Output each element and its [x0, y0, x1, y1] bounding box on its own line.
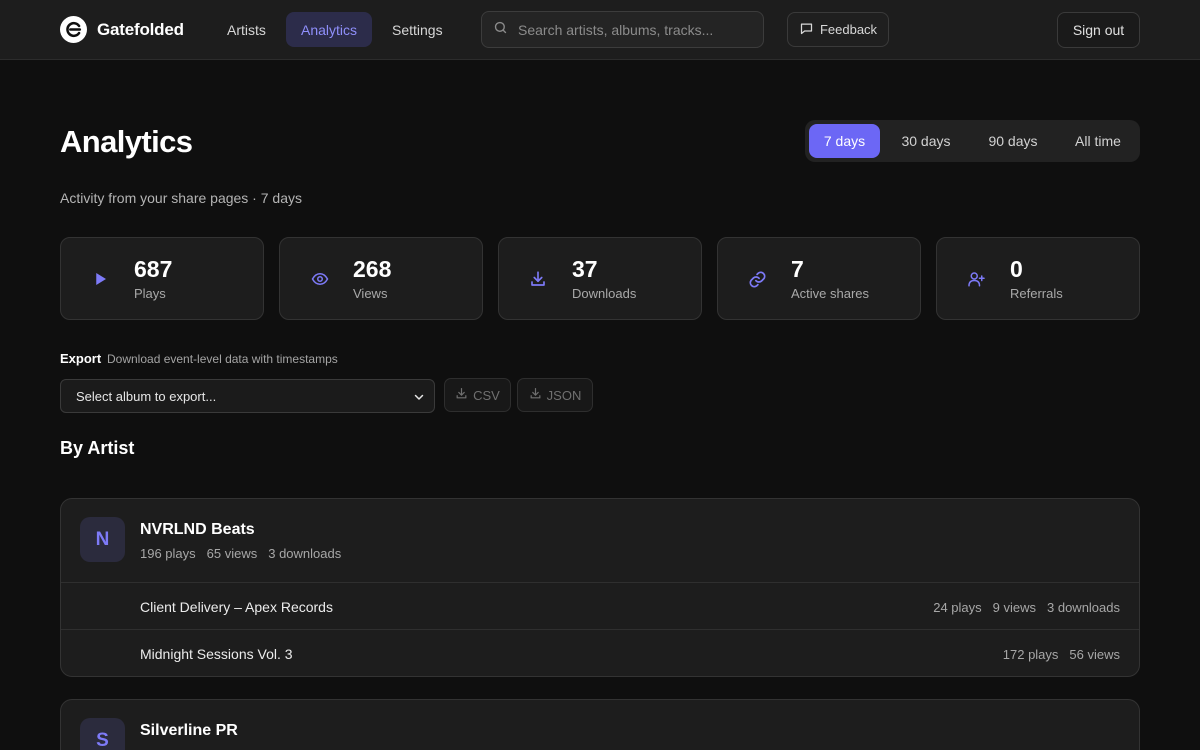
album-stats: 172 plays 56 views — [1003, 647, 1120, 662]
artist-name: NVRLND Beats — [140, 521, 255, 538]
artist-plays: 196 plays — [140, 546, 196, 561]
message-square-icon — [799, 21, 814, 39]
stat-card-views: 268 Views — [279, 237, 483, 320]
stat-label: Referrals — [1010, 286, 1063, 301]
nav-analytics[interactable]: Analytics — [286, 12, 373, 47]
stat-label: Views — [353, 286, 388, 301]
page-subtitle: Activity from your share pages · 7 days — [60, 190, 302, 206]
link-icon — [748, 270, 766, 288]
search-input[interactable] — [518, 21, 748, 38]
stat-card-plays: 687 Plays — [60, 237, 264, 320]
album-plays: 172 plays — [1002, 647, 1059, 662]
stat-value: 37 — [572, 256, 598, 282]
album-plays: 24 plays — [933, 600, 982, 615]
avatar: S — [80, 718, 125, 750]
album-export-select-value: Select album to export... — [76, 388, 217, 404]
artist-downloads: 3 downloads — [268, 546, 342, 561]
feedback-label: Feedback — [819, 22, 878, 37]
user-plus-icon — [967, 270, 985, 288]
range-90-days[interactable]: 90 days — [976, 124, 1050, 158]
album-name: Client Delivery – Apex Records — [140, 599, 333, 615]
export-json-label: JSON — [546, 387, 582, 403]
stat-label: Downloads — [572, 286, 637, 301]
feedback-button[interactable]: Feedback — [787, 12, 889, 47]
stat-label: Plays — [134, 286, 166, 301]
top-nav-bar: Gatefolded Artists Analytics Settings Fe… — [0, 0, 1200, 60]
stat-card-active-shares: 7 Active shares — [717, 237, 921, 320]
app-name: Gatefolded — [97, 19, 184, 39]
range-7-days[interactable]: 7 days — [809, 124, 880, 158]
search-icon — [493, 20, 508, 40]
nav-artists[interactable]: Artists — [212, 12, 281, 47]
export-csv-label: CSV — [473, 387, 500, 403]
album-stats: 24 plays 9 views 3 downloads — [933, 600, 1120, 615]
artist-name: Silverline PR — [140, 722, 238, 739]
stat-value: 0 — [1010, 256, 1023, 282]
app-logo[interactable]: Gatefolded — [60, 16, 184, 43]
eye-icon — [310, 270, 329, 288]
avatar: N — [80, 517, 125, 562]
search-box[interactable] — [481, 11, 764, 48]
export-json-button[interactable]: JSON — [517, 378, 593, 412]
page-title: Analytics — [60, 124, 193, 159]
export-title: Export — [60, 351, 102, 366]
nav-settings[interactable]: Settings — [377, 12, 458, 47]
by-artist-title: By Artist — [60, 438, 135, 458]
artist-card: N NVRLND Beats 196 plays 65 views 3 down… — [60, 498, 1140, 677]
range-30-days[interactable]: 30 days — [890, 124, 962, 158]
album-row[interactable]: Midnight Sessions Vol. 3 172 plays 56 vi… — [61, 629, 1139, 676]
album-views: 56 views — [1069, 647, 1120, 662]
album-views: 9 views — [992, 600, 1036, 615]
artist-card: S Silverline PR — [60, 699, 1140, 750]
album-downloads: 3 downloads — [1047, 600, 1120, 615]
gatefold-logo-icon — [60, 16, 87, 43]
artist-views: 65 views — [206, 546, 258, 561]
album-export-select[interactable]: Select album to export... — [60, 379, 435, 413]
stat-card-referrals: 0 Referrals — [936, 237, 1140, 320]
stat-value: 687 — [134, 256, 173, 282]
chevron-down-icon — [413, 391, 425, 406]
export-description: Download event-level data with timestamp… — [107, 352, 338, 366]
time-range-selector: 7 days 30 days 90 days All time — [805, 120, 1140, 162]
download-icon — [529, 270, 547, 288]
sign-out-button[interactable]: Sign out — [1057, 12, 1140, 48]
artist-header[interactable]: N NVRLND Beats 196 plays 65 views 3 down… — [61, 499, 1139, 582]
download-icon — [455, 387, 468, 403]
play-icon — [91, 270, 109, 288]
artist-stats: 196 plays 65 views 3 downloads — [140, 546, 341, 561]
download-icon — [529, 387, 542, 403]
stat-label: Active shares — [791, 286, 870, 301]
artist-header[interactable]: S Silverline PR — [61, 700, 1139, 750]
export-csv-button[interactable]: CSV — [444, 378, 511, 412]
stat-card-downloads: 37 Downloads — [498, 237, 702, 320]
album-row[interactable]: Client Delivery – Apex Records 24 plays … — [61, 582, 1139, 629]
stat-value: 268 — [353, 256, 392, 282]
stat-value: 7 — [791, 256, 804, 282]
album-name: Midnight Sessions Vol. 3 — [140, 646, 293, 662]
range-all-time[interactable]: All time — [1064, 124, 1132, 158]
